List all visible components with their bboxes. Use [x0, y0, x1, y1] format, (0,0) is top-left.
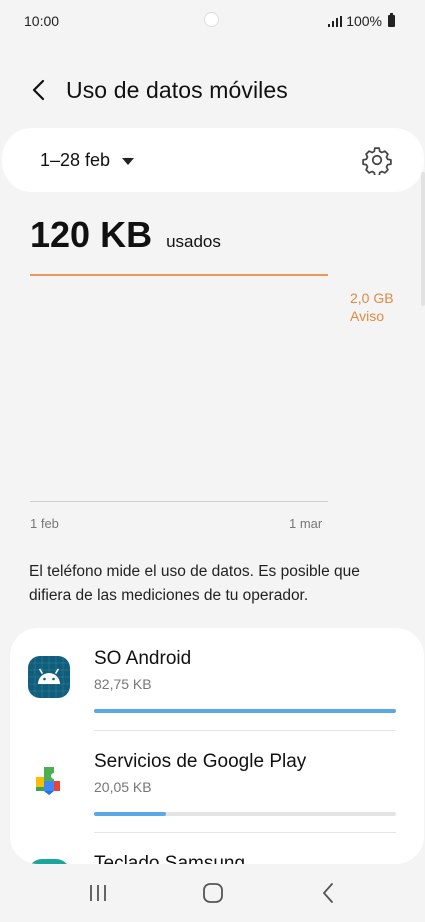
- front-camera: [204, 12, 219, 27]
- usage-summary: 120 KB usados: [30, 214, 221, 256]
- status-time: 10:00: [24, 13, 60, 29]
- signal-icon: [328, 15, 343, 27]
- chart-x-axis: [30, 501, 328, 502]
- app-name: Teclado Samsung: [94, 853, 246, 864]
- list-item-samsung-keyboard[interactable]: Teclado Samsung: [10, 833, 424, 864]
- app-usage-bar: [94, 709, 396, 713]
- app-data-size: 82,75 KB: [94, 676, 152, 692]
- google-play-services-icon: [36, 767, 60, 795]
- x-axis-end-label: 1 mar: [289, 516, 323, 531]
- nav-back-button[interactable]: [298, 871, 358, 915]
- recents-icon: [89, 885, 106, 901]
- battery-icon: [388, 13, 395, 27]
- navigation-bar: [0, 864, 425, 922]
- app-usage-list: SO Android 82,75 KB Servicios de Google …: [10, 628, 424, 864]
- app-bar: Uso de datos móviles: [0, 68, 425, 112]
- usage-chart: 2,0 GB Aviso 1 feb 1 mar: [0, 260, 425, 540]
- recents-button[interactable]: [68, 871, 128, 915]
- app-usage-bar-fill: [94, 709, 396, 713]
- settings-button[interactable]: [360, 143, 394, 177]
- battery-percent: 100%: [346, 13, 382, 29]
- app-data-size: 20,05 KB: [94, 779, 152, 795]
- period-label: 1–28 feb: [40, 149, 111, 170]
- warning-limit-label: Aviso: [350, 308, 384, 324]
- back-icon: [322, 883, 333, 903]
- gear-icon: [362, 147, 392, 175]
- app-usage-bar: [94, 812, 396, 816]
- app-usage-bar-fill: [94, 812, 167, 816]
- list-item-google-play-services[interactable]: Servicios de Google Play 20,05 KB: [10, 731, 424, 831]
- info-text: El teléfono mide el uso de datos. Es pos…: [29, 563, 360, 604]
- home-icon: [202, 883, 223, 903]
- app-name: SO Android: [94, 648, 192, 669]
- warning-limit-line: [30, 274, 328, 276]
- android-icon: [28, 656, 70, 698]
- x-axis-start-label: 1 feb: [30, 516, 59, 531]
- usage-amount: 120 KB: [30, 214, 153, 255]
- usage-label: usados: [166, 232, 221, 251]
- chevron-left-icon: [32, 79, 45, 101]
- page-title: Uso de datos móviles: [66, 76, 288, 103]
- warning-limit-value: 2,0 GB: [350, 290, 394, 306]
- period-dropdown[interactable]: 1–28 feb: [40, 149, 135, 171]
- back-button[interactable]: [12, 68, 64, 112]
- home-button[interactable]: [183, 871, 243, 915]
- period-card: 1–28 feb: [2, 128, 424, 192]
- app-name: Servicios de Google Play: [94, 751, 307, 772]
- dropdown-arrow-icon: [122, 157, 135, 165]
- list-item-so-android[interactable]: SO Android 82,75 KB: [10, 628, 424, 728]
- status-icons: 100%: [328, 13, 395, 29]
